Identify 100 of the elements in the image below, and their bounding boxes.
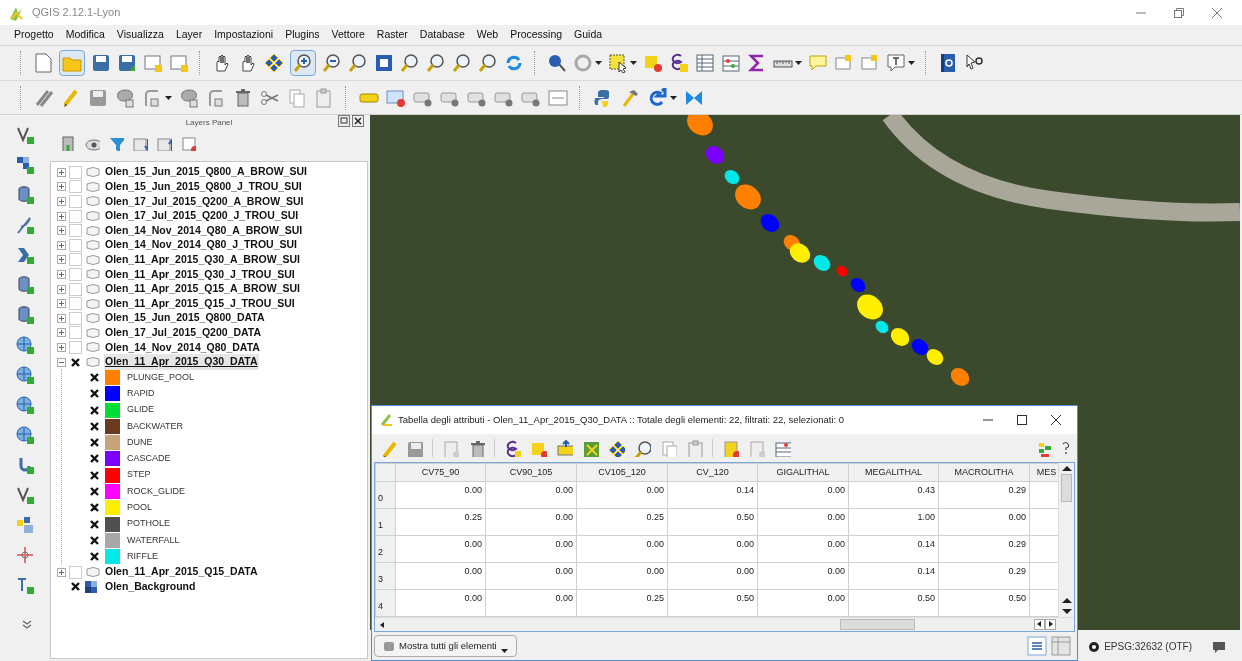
caret-icon[interactable] — [908, 61, 915, 65]
row-header[interactable]: 4 — [375, 589, 396, 617]
add-raster-layer-icon[interactable] — [14, 155, 36, 176]
filter-icon[interactable] — [108, 135, 124, 151]
select-by-expression-icon[interactable] — [669, 53, 689, 73]
column-header[interactable]: MEGALITHAL — [848, 463, 939, 482]
visibility-checkbox[interactable] — [69, 311, 82, 325]
menu-item[interactable]: Plugins — [279, 27, 326, 43]
expander-icon[interactable] — [57, 567, 66, 577]
menu-item[interactable]: Database — [413, 27, 471, 43]
zoom-actual-size-icon[interactable] — [348, 53, 368, 73]
layers-icon[interactable] — [60, 135, 76, 151]
deselect-icon[interactable] — [643, 53, 663, 73]
menu-item[interactable]: Guida — [568, 27, 609, 43]
visibility-checkbox[interactable] — [88, 419, 101, 433]
delete-icon[interactable] — [233, 87, 253, 108]
visibility-checkbox[interactable] — [88, 403, 101, 417]
add-web-layer-icon[interactable] — [14, 335, 36, 356]
horizontal-scrollbar[interactable] — [375, 617, 1074, 631]
layer-name[interactable]: Olen_15_Jun_2015_Q800_A_BROW_SUI — [104, 164, 308, 181]
save-as-icon[interactable] — [117, 53, 137, 73]
layer-name[interactable]: Olen_17_Jul_2015_Q200_A_BROW_SUI — [104, 193, 305, 210]
expander-icon[interactable] — [57, 240, 66, 250]
expander-icon[interactable] — [57, 167, 66, 177]
node-tool-icon[interactable] — [142, 87, 162, 108]
zoom-last-icon[interactable] — [452, 53, 472, 73]
expander-icon[interactable] — [57, 284, 66, 294]
field-calculator-icon[interactable] — [721, 53, 741, 73]
add-web-layer-icon[interactable] — [14, 425, 36, 446]
move-selection-top-icon[interactable] — [556, 439, 573, 457]
add-feather-layer-icon[interactable] — [14, 215, 36, 236]
column-header[interactable]: CV90_105 — [485, 463, 577, 482]
delete-icon[interactable] — [468, 439, 485, 457]
menu-item[interactable]: Raster — [370, 27, 414, 43]
maximize-icon[interactable] — [1017, 415, 1027, 425]
expander-icon[interactable] — [57, 357, 66, 367]
globe-icon[interactable] — [1088, 640, 1101, 653]
visibility-checkbox[interactable] — [88, 533, 101, 547]
identify-icon[interactable] — [547, 53, 567, 73]
layer-name[interactable]: Olen_11_Apr_2015_Q30_DATA — [104, 354, 259, 370]
row-header[interactable]: 2 — [375, 535, 396, 563]
caret-icon[interactable] — [795, 61, 802, 65]
layer-name[interactable]: Olen_11_Apr_2015_Q15_J_TROU_SUI — [104, 295, 296, 312]
pan-to-selection-icon[interactable] — [264, 53, 284, 73]
visibility-checkbox[interactable] — [69, 297, 82, 311]
layer-name[interactable]: Olen_14_Nov_2014_Q80_J_TROU_SUI — [104, 237, 299, 254]
undo-icon[interactable] — [647, 87, 667, 108]
menu-item[interactable]: Processing — [504, 27, 569, 43]
visibility-checkbox[interactable] — [69, 267, 82, 281]
label-icon[interactable] — [386, 87, 406, 108]
add-web-layer-icon[interactable] — [14, 365, 36, 386]
whats-this-icon[interactable] — [964, 53, 984, 73]
expander-icon[interactable] — [57, 197, 66, 206]
blocks-icon[interactable] — [14, 515, 36, 536]
expander-icon[interactable] — [57, 342, 66, 352]
visibility-checkbox[interactable] — [69, 209, 82, 223]
zoom-full-icon[interactable] — [374, 53, 394, 73]
text-annotation-icon[interactable] — [886, 53, 906, 73]
scrollbar-thumb[interactable] — [1061, 474, 1072, 502]
row-header[interactable]: 1 — [375, 508, 396, 536]
scroll-left-icon[interactable] — [1034, 619, 1045, 630]
visibility-checkbox[interactable] — [69, 565, 82, 579]
float-icon[interactable] — [338, 115, 350, 127]
expander-icon[interactable] — [57, 211, 66, 221]
crosshair-icon[interactable] — [14, 545, 36, 566]
layer-name[interactable]: Olen_11_Apr_2015_Q15_A_BROW_SUI — [104, 281, 301, 297]
help-book-icon[interactable] — [938, 53, 958, 73]
visibility-checkbox[interactable] — [88, 468, 101, 482]
visibility-checkbox[interactable] — [88, 517, 101, 531]
add-feature-icon[interactable] — [115, 87, 135, 108]
visibility-checkbox[interactable] — [69, 238, 82, 252]
filter-dropdown-button[interactable]: Mostra tutti gli elementi — [374, 635, 517, 657]
add-vector-layer-icon[interactable] — [14, 125, 36, 146]
expander-icon[interactable] — [57, 182, 66, 192]
expander-icon[interactable] — [57, 255, 66, 265]
column-header[interactable]: GIGALITHAL — [757, 463, 849, 482]
visibility-checkbox[interactable] — [69, 355, 82, 369]
move-feature-icon[interactable] — [179, 87, 199, 108]
layer-name[interactable]: Olen_15_Jun_2015_Q800_DATA — [104, 310, 266, 327]
menu-item[interactable]: Progetto — [8, 27, 60, 43]
select-icon[interactable] — [608, 53, 628, 73]
menu-item[interactable]: Impostazioni — [208, 27, 280, 43]
add-web-layer-icon[interactable] — [14, 395, 36, 416]
row-header[interactable]: 3 — [375, 562, 396, 590]
invert-selection-icon[interactable] — [582, 439, 599, 457]
column-header[interactable]: CV105_120 — [576, 463, 668, 482]
layer-name[interactable]: Olen_15_Jun_2015_Q800_J_TROU_SUI — [104, 179, 303, 195]
hammer-icon[interactable] — [620, 87, 640, 108]
menu-item[interactable]: Layer — [169, 27, 209, 43]
river-segments-drawing[interactable] — [687, 115, 970, 386]
column-header[interactable]: CV75_90 — [395, 463, 486, 482]
menu-item[interactable]: Vettore — [325, 27, 371, 43]
visibility-checkbox[interactable] — [69, 282, 82, 296]
layer-name[interactable]: Olen_17_Jul_2015_Q200_J_TROU_SUI — [104, 208, 300, 224]
zoom-in-icon[interactable] — [290, 50, 316, 76]
layer-name[interactable]: Olen_14_Nov_2014_Q80_DATA — [104, 339, 261, 356]
attribute-table-icon[interactable] — [695, 53, 715, 73]
vertical-scrollbar[interactable] — [1058, 463, 1074, 617]
layer-name[interactable]: Olen_Background — [104, 578, 197, 595]
crs-status[interactable]: EPSG:32632 (OTF) — [1104, 639, 1192, 654]
